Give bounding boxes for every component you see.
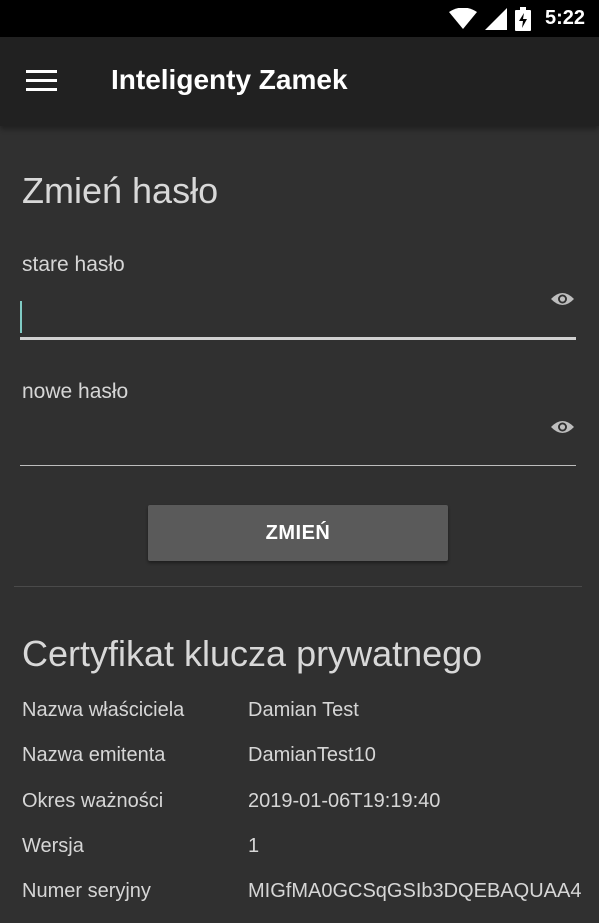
certificate-row-value: 2019-01-06T19:19:40 (248, 790, 441, 812)
new-password-underline (20, 465, 576, 466)
certificate-row: Okres ważności 2019-01-06T19:19:40 (0, 790, 599, 820)
cell-signal-icon (484, 7, 507, 30)
battery-charging-icon (514, 6, 531, 31)
status-icons: 5:22 (448, 6, 585, 31)
certificate-row-value: Damian Test (248, 699, 359, 721)
change-password-title: Zmień hasło (22, 170, 219, 211)
eye-icon[interactable] (550, 290, 575, 308)
text-cursor (20, 301, 22, 333)
new-password-label: nowe hasło (22, 380, 129, 403)
certificate-row: Nazwa właściciela Damian Test (0, 699, 599, 729)
section-divider (14, 586, 582, 587)
certificate-title: Certyfikat klucza prywatnego (22, 633, 483, 674)
certificate-row-key: Nazwa emitenta (22, 744, 166, 766)
certificate-row: Numer seryjny MIGfMA0GCSqGSIb3DQEBAQUAA4 (0, 880, 599, 910)
new-password-field[interactable] (20, 422, 540, 462)
certificate-row-key: Okres ważności (22, 790, 164, 812)
status-time: 5:22 (544, 7, 585, 29)
hamburger-menu-icon[interactable] (26, 70, 57, 92)
old-password-label: stare hasło (22, 253, 125, 276)
wifi-icon (448, 7, 477, 29)
certificate-row-value: MIGfMA0GCSqGSIb3DQEBAQUAA4 (248, 880, 582, 902)
certificate-row: Nazwa emitenta DamianTest10 (0, 744, 599, 774)
certificate-row: Wersja 1 (0, 835, 599, 865)
change-password-button[interactable]: ZMIEŃ (148, 505, 448, 561)
old-password-underline (20, 337, 576, 340)
certificate-row-value: DamianTest10 (248, 744, 376, 766)
app-title: Inteligenty Zamek (111, 64, 348, 95)
certificate-row-value: 1 (248, 835, 260, 857)
status-bar: 5:22 (0, 0, 599, 37)
app-bar: Inteligenty Zamek (0, 37, 599, 126)
certificate-row-key: Nazwa właściciela (22, 699, 185, 721)
certificate-row-key: Numer seryjny (22, 880, 151, 902)
old-password-field[interactable] (20, 298, 540, 338)
eye-icon[interactable] (550, 418, 575, 436)
certificate-row-key: Wersja (22, 835, 84, 857)
